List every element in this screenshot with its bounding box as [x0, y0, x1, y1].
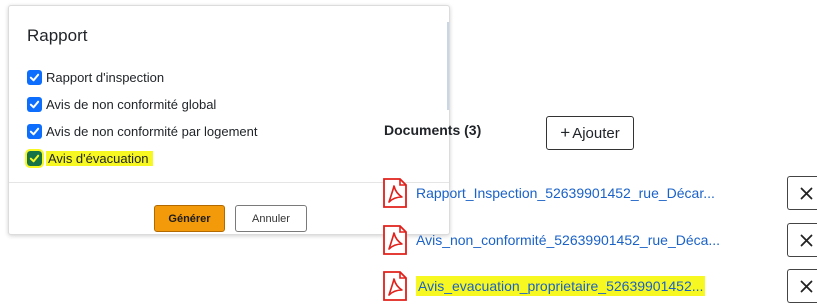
- option-non-conformite-global[interactable]: Avis de non conformité global: [27, 94, 216, 114]
- document-link[interactable]: Rapport_Inspection_52639901452_rue_Décar…: [416, 185, 715, 201]
- checkbox-checked-icon[interactable]: [27, 123, 42, 139]
- option-label: Avis de non conformité par logement: [46, 123, 258, 139]
- remove-document-button[interactable]: [787, 223, 817, 257]
- option-label: Avis d'évacuation: [46, 150, 153, 166]
- close-icon: [800, 280, 813, 292]
- generate-button[interactable]: Générer: [154, 205, 225, 232]
- option-rapport-inspection[interactable]: Rapport d'inspection: [27, 67, 164, 87]
- option-label: Rapport d'inspection: [46, 69, 165, 85]
- checkbox-checked-icon[interactable]: [25, 148, 44, 168]
- add-button-label: Ajouter: [572, 124, 620, 142]
- pdf-icon: [383, 271, 407, 301]
- remove-document-button[interactable]: [787, 176, 817, 210]
- scrollbar[interactable]: [447, 22, 449, 110]
- document-link[interactable]: Avis_non_conformité_52639901452_rue_Déca…: [416, 232, 720, 248]
- option-non-conformite-logement[interactable]: Avis de non conformité par logement: [27, 121, 258, 141]
- documents-heading: Documents (3): [384, 122, 482, 138]
- close-icon: [800, 234, 813, 246]
- dialog-title: Rapport: [27, 26, 88, 45]
- option-avis-evacuation[interactable]: Avis d'évacuation: [25, 148, 153, 168]
- document-row: Avis_non_conformité_52639901452_rue_Déca…: [382, 223, 720, 257]
- pdf-icon: [383, 225, 407, 255]
- document-row: Rapport_Inspection_52639901452_rue_Décar…: [382, 176, 715, 210]
- close-icon: [800, 187, 813, 199]
- remove-document-button[interactable]: [787, 269, 817, 303]
- cancel-button[interactable]: Annuler: [235, 205, 307, 232]
- option-label: Avis de non conformité global: [46, 96, 217, 112]
- checkbox-checked-icon[interactable]: [27, 69, 42, 85]
- add-document-button[interactable]: + Ajouter: [546, 116, 634, 150]
- plus-icon: +: [560, 123, 571, 142]
- checkbox-checked-icon[interactable]: [27, 96, 42, 112]
- document-link[interactable]: Avis_evacuation_proprietaire_52639901452…: [416, 276, 706, 296]
- document-row: Avis_evacuation_proprietaire_52639901452…: [382, 269, 706, 303]
- pdf-icon: [383, 178, 407, 208]
